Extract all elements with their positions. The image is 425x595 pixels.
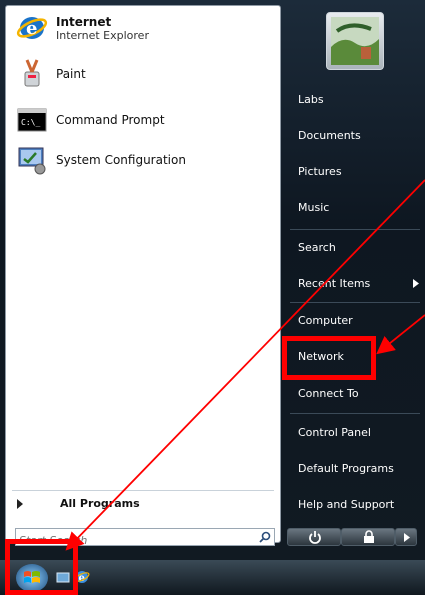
annotation-arrows [65,179,425,551]
arrow-to-network [376,314,425,355]
arrow-to-start [65,179,425,551]
